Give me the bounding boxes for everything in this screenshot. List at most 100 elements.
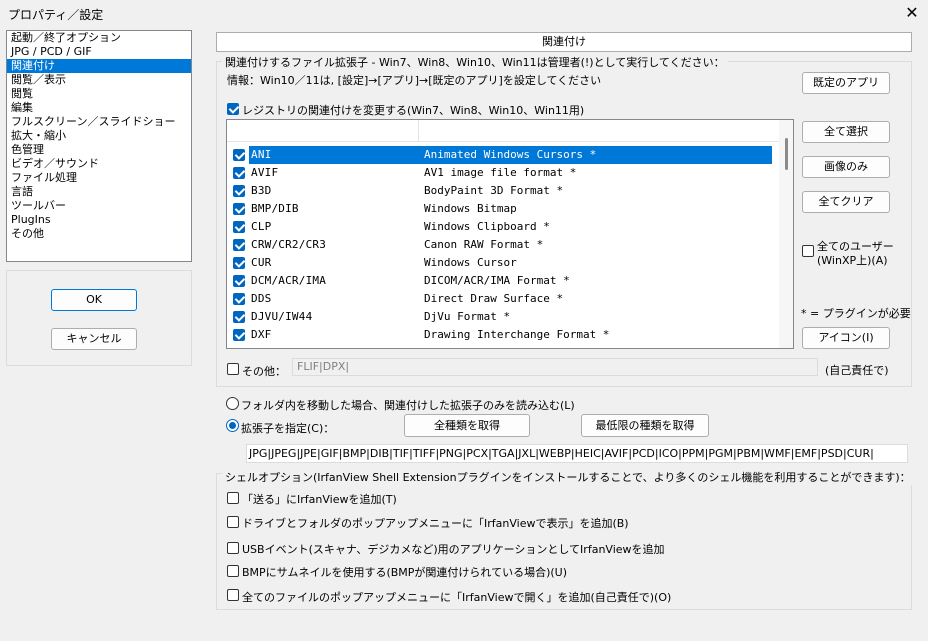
sidebar-item-associations[interactable]: 関連付け: [7, 59, 191, 73]
sidebar-item-edit[interactable]: 編集: [7, 101, 191, 115]
list-item[interactable]: DXF Drawing Interchange Format *: [227, 326, 775, 344]
dialog-buttons-pane: OK キャンセル: [6, 270, 192, 366]
list-item-description: Windows Clipboard *: [424, 220, 550, 233]
divider: [216, 386, 912, 387]
extensions-field[interactable]: JPG|JPEG|JPE|GIF|BMP|DIB|TIF|TIFF|PNG|PC…: [246, 444, 908, 463]
list-item-extension: CRW/CR2/CR3: [251, 238, 327, 251]
list-item-extension: ANI: [251, 148, 272, 161]
list-item-checkbox[interactable]: [233, 239, 245, 251]
radio-folder-only[interactable]: [226, 397, 239, 410]
info-text: 情報：Win10／11は, [設定]→[アプリ]→[既定のアプリ]を設定してくだ…: [227, 74, 602, 87]
sidebar-item-plugins[interactable]: PlugIns: [7, 213, 191, 227]
default-apps-button[interactable]: 既定のアプリ: [802, 72, 890, 94]
list-item-extension: DJVU/IW44: [251, 310, 313, 323]
shell-option-folder-menu-label[interactable]: ドライブとフォルダのポップアップメニューに「IrfanViewで表示」を追加(B…: [242, 515, 629, 531]
list-item-checkbox[interactable]: [233, 167, 245, 179]
list-item-checkbox[interactable]: [233, 329, 245, 341]
cancel-button[interactable]: キャンセル: [51, 328, 137, 350]
list-item-description: Drawing Interchange Format *: [424, 328, 610, 341]
list-scrollbar-thumb[interactable]: [785, 138, 788, 170]
list-item[interactable]: CUR Windows Cursor: [227, 254, 775, 272]
radio-folder-only-label[interactable]: フォルダ内を移動した場合、関連付けした拡張子のみを読み込む(L): [241, 397, 575, 413]
list-item[interactable]: DDS Direct Draw Surface *: [227, 290, 775, 308]
sidebar-item-fullscreen[interactable]: フルスクリーン／スライドショー: [7, 115, 191, 129]
list-item-extension: BMP/DIB: [251, 202, 299, 215]
list-item-extension: CUR: [251, 256, 272, 269]
list-item[interactable]: DJVU/IW44 DjVu Format *: [227, 308, 775, 326]
other-checkbox[interactable]: [227, 363, 239, 375]
registry-checkbox[interactable]: [227, 103, 239, 115]
select-all-button[interactable]: 全て選択: [802, 121, 890, 143]
shell-option-open-with-label[interactable]: 全てのファイルのポップアップメニューに「IrfanViewで開く」を追加(自己責…: [242, 589, 671, 605]
list-item-description: Direct Draw Surface *: [424, 292, 564, 305]
images-only-button[interactable]: 画像のみ: [802, 156, 890, 178]
shell-option-checkbox[interactable]: [227, 542, 239, 554]
ok-button[interactable]: OK: [51, 289, 137, 311]
list-item-description: DjVu Format *: [424, 310, 511, 323]
sidebar-item-file-handling[interactable]: ファイル処理: [7, 171, 191, 185]
sidebar-item-viewing[interactable]: 閲覧: [7, 87, 191, 101]
list-item-description: Windows Cursor: [424, 256, 517, 269]
shell-option-checkbox[interactable]: [227, 589, 239, 601]
list-item-description: Animated Windows Cursors *: [424, 148, 597, 161]
sidebar-item-video[interactable]: ビデオ／サウンド: [7, 157, 191, 171]
sidebar-item-misc[interactable]: その他: [7, 227, 191, 241]
list-item[interactable]: BMP/DIB Windows Bitmap: [227, 200, 775, 218]
shell-options-title: シェルオプション(IrfanView Shell Extensionプラグインを…: [222, 469, 914, 485]
list-item[interactable]: CRW/CR2/CR3 Canon RAW Format *: [227, 236, 775, 254]
sidebar-item-viewing-display[interactable]: 閲覧／表示: [7, 73, 191, 87]
radio-specify-extensions[interactable]: [226, 419, 239, 432]
list-item[interactable]: DCM/ACR/IMA DICOM/ACR/IMA Format *: [227, 272, 775, 290]
list-item-checkbox[interactable]: [233, 257, 245, 269]
list-item-description: Windows Bitmap: [424, 202, 517, 215]
all-users-label-line2[interactable]: (WinXP上)(A): [817, 252, 888, 268]
get-min-types-button[interactable]: 最低限の種類を取得: [581, 414, 709, 437]
extensions-list[interactable]: ANI Animated Windows Cursors * AVIF AV1 …: [226, 119, 794, 349]
list-item-checkbox[interactable]: [233, 275, 245, 287]
list-item-checkbox[interactable]: [233, 149, 245, 161]
list-item-checkbox[interactable]: [233, 203, 245, 215]
list-item-extension: DDS: [251, 292, 272, 305]
window-title: プロパティ／設定: [8, 8, 104, 22]
list-item-description: DICOM/ACR/IMA Format *: [424, 274, 570, 287]
associations-group-title: 関連付けするファイル拡張子 - Win7、Win8、Win10、Win11は管理…: [222, 54, 728, 70]
shell-option-checkbox[interactable]: [227, 492, 239, 504]
list-item[interactable]: AVIF AV1 image file format *: [227, 164, 775, 182]
list-item-description: BodyPaint 3D Format *: [424, 184, 564, 197]
list-item[interactable]: ANI Animated Windows Cursors *: [227, 146, 775, 164]
list-item[interactable]: CLP Windows Clipboard *: [227, 218, 775, 236]
radio-specify-extensions-label[interactable]: 拡張子を指定(C)：: [241, 420, 334, 436]
icon-button[interactable]: アイコン(I): [802, 327, 890, 349]
sidebar-item-toolbar[interactable]: ツールバー: [7, 199, 191, 213]
clear-all-button[interactable]: 全てクリア: [802, 191, 890, 213]
list-item-description: AV1 image file format *: [424, 166, 577, 179]
all-users-checkbox[interactable]: [802, 245, 814, 257]
shell-option-bmp-thumb-label[interactable]: BMPにサムネイルを使用する(BMPが関連付けられている場合)(U): [242, 564, 567, 580]
list-item-checkbox[interactable]: [233, 293, 245, 305]
shell-option-checkbox[interactable]: [227, 516, 239, 528]
other-extensions-field[interactable]: FLIF|DPX|: [292, 358, 818, 376]
sidebar-item-startup[interactable]: 起動／終了オプション: [7, 31, 191, 45]
list-item-description: Canon RAW Format *: [424, 238, 544, 251]
list-item[interactable]: B3D BodyPaint 3D Format *: [227, 182, 775, 200]
list-item-checkbox[interactable]: [233, 185, 245, 197]
close-icon[interactable]: ✕: [900, 2, 924, 24]
sidebar-item-language[interactable]: 言語: [7, 185, 191, 199]
list-scrollbar[interactable]: [779, 120, 793, 348]
get-all-types-button[interactable]: 全種類を取得: [404, 414, 530, 437]
shell-option-usb-label[interactable]: USBイベント(スキャナ、デジカメなど)用のアプリケーションとしてIrfanVi…: [242, 541, 665, 557]
list-item-checkbox[interactable]: [233, 221, 245, 233]
list-item-extension: AVIF: [251, 166, 279, 179]
sidebar-item-zoom[interactable]: 拡大・縮小: [7, 129, 191, 143]
sidebar-item-jpg[interactable]: JPG / PCD / GIF: [7, 45, 191, 59]
list-item-checkbox[interactable]: [233, 311, 245, 323]
shell-option-checkbox[interactable]: [227, 565, 239, 577]
list-item-extension: B3D: [251, 184, 272, 197]
sidebar-item-color[interactable]: 色管理: [7, 143, 191, 157]
shell-option-send-to-label[interactable]: 「送る」にIrfanViewを追加(T): [242, 491, 397, 507]
section-title: 関連付け: [216, 32, 912, 52]
registry-checkbox-label[interactable]: レジストリの関連付けを変更する(Win7、Win8、Win10、Win11用): [242, 102, 584, 118]
other-checkbox-label[interactable]: その他：: [242, 363, 286, 379]
category-list[interactable]: 起動／終了オプション JPG / PCD / GIF 関連付け 閲覧／表示 閲覧…: [6, 30, 192, 262]
own-risk-label: (自己責任で): [825, 364, 889, 377]
